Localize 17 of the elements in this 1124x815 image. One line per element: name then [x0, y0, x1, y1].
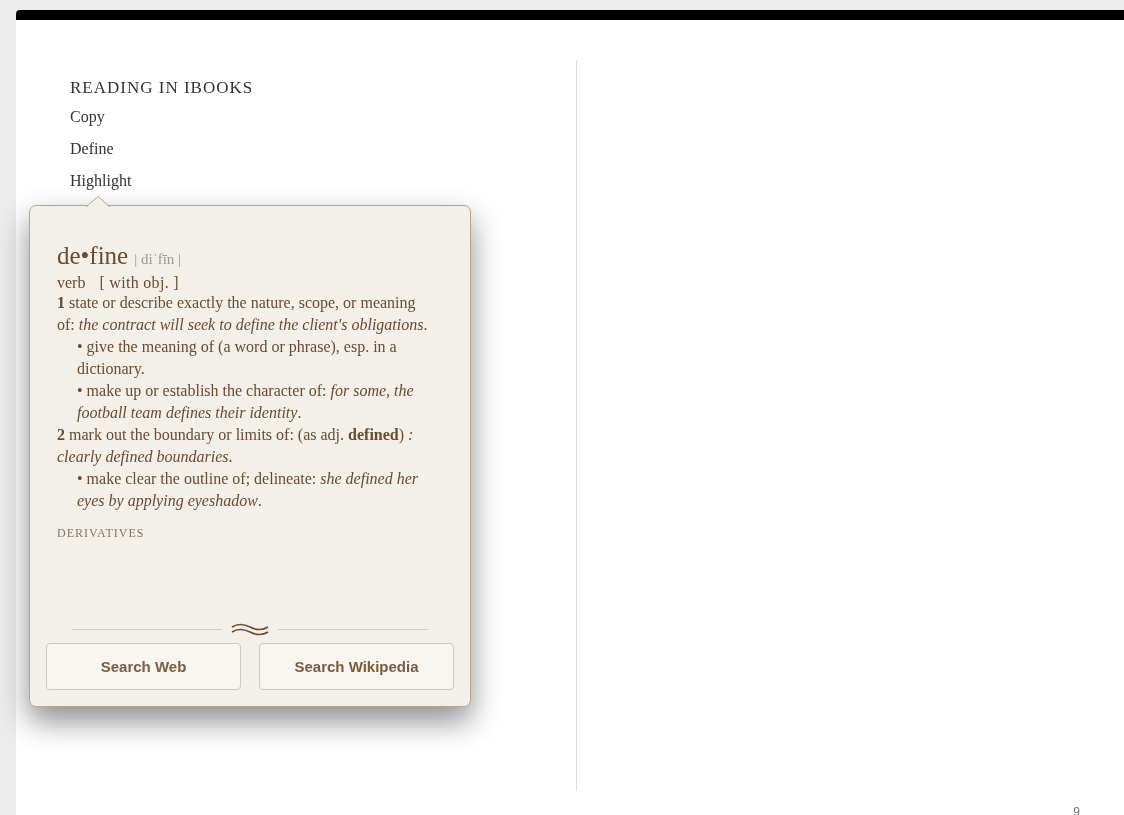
- section-heading: DERIVATIVES: [56, 526, 146, 541]
- search-button[interactable]: Search Wikipedia: [259, 643, 454, 690]
- headword: de•fine: [57, 242, 129, 270]
- part-of-speech: verb: [57, 274, 86, 292]
- text-line: Copy: [70, 108, 106, 126]
- definition-text: 2 mark out the boundary or limits of: (as adj. defined) : clearly defined boundaries.: [57, 425, 415, 468]
- definition-text: • make up or establish the character of: for some, the football team defines their identity.: [76, 381, 415, 424]
- definition-text: • give the meaning of (a word or phrase), esp. in a dictionary.: [76, 337, 398, 380]
- section-heading: READING IN IBOOKS: [70, 78, 255, 98]
- wave-ornament-icon: [230, 621, 270, 637]
- text-line: Highlight: [70, 172, 133, 190]
- text-line: Define: [70, 140, 115, 158]
- definition-text: • make clear the outline of; delineate: she defined her eyes by applying eyeshadow.: [76, 469, 420, 512]
- pronunciation: | diˈfīn |: [134, 251, 182, 268]
- grammar-note: [ with obj. ]: [99, 274, 179, 292]
- definition-text: 1 state or describe exactly the nature, scope, or meaning of: the contract will seek to define the client's obligations.: [57, 293, 429, 336]
- search-button[interactable]: Search Web: [46, 643, 241, 690]
